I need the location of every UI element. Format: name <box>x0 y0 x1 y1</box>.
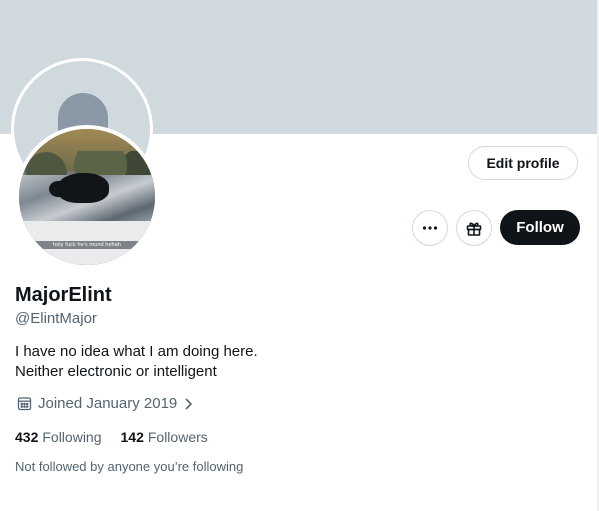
follow-button[interactable]: Follow <box>500 210 580 245</box>
followers-link[interactable]: 142 Followers <box>121 429 208 445</box>
followers-label: Followers <box>147 429 208 445</box>
joined-label: Joined January 2019 <box>38 395 178 412</box>
following-count: 432 <box>15 429 39 445</box>
edit-profile-button[interactable]: Edit profile <box>468 146 578 180</box>
user-handle: @ElintMajor <box>15 310 97 327</box>
gift-icon <box>466 222 482 236</box>
following-link[interactable]: 432 Following <box>15 429 102 445</box>
calendar-icon <box>17 397 32 411</box>
mutual-followers-note: Not followed by anyone you’re following <box>15 459 244 474</box>
more-options-button[interactable] <box>412 210 448 246</box>
avatar[interactable]: holy fuck he's round hehah <box>15 125 159 269</box>
joined-date[interactable]: Joined January 2019 <box>17 395 193 412</box>
chevron-right-icon <box>185 397 193 410</box>
follow-stats: 432 Following 142 Followers <box>15 429 208 445</box>
bio: I have no idea what I am doing here. Nei… <box>15 342 258 382</box>
followers-count: 142 <box>120 429 144 445</box>
following-label: Following <box>42 429 102 445</box>
gift-button[interactable] <box>456 210 492 246</box>
bio-line: I have no idea what I am doing here. <box>15 343 258 360</box>
avatar-caption: holy fuck he's round hehah <box>19 241 155 249</box>
more-horizontal-icon <box>422 226 438 230</box>
avatar-bear-head <box>49 181 67 197</box>
bio-line: Neither electronic or intelligent <box>15 363 217 380</box>
display-name: MajorElint <box>15 284 112 306</box>
